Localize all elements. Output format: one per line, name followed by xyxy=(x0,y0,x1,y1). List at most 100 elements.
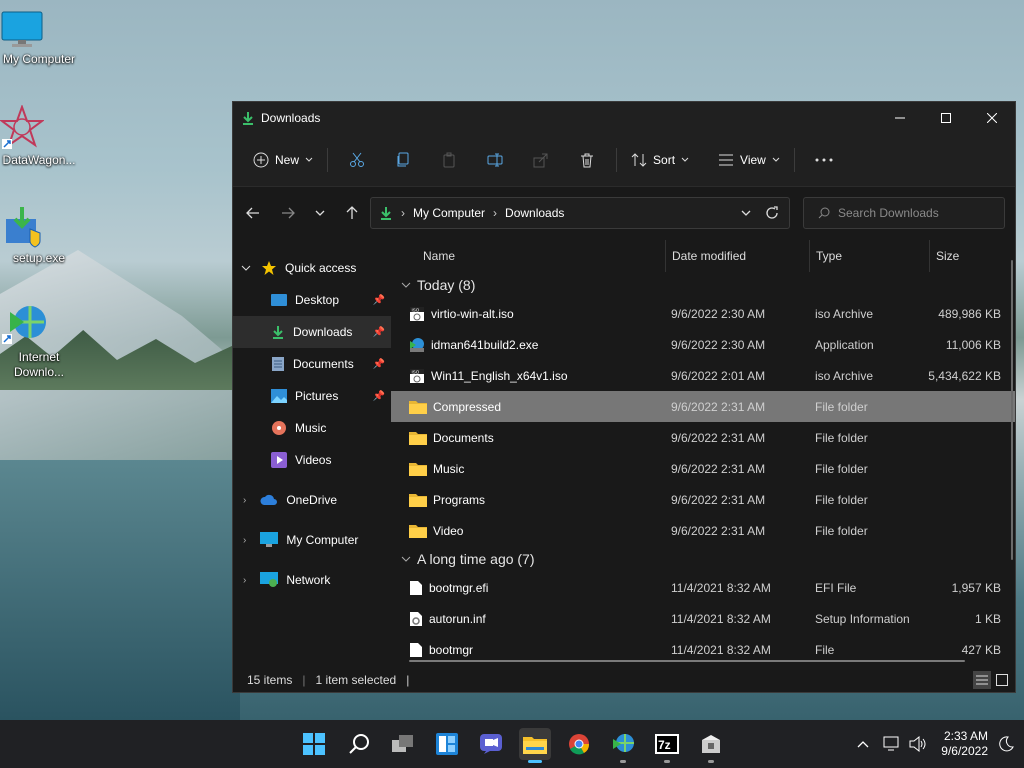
clock[interactable]: 2:33 AM 9/6/2022 xyxy=(941,729,988,759)
network-tray-icon[interactable] xyxy=(883,736,901,752)
file-row[interactable]: bootmgr.efi 11/4/2021 8:32 AM EFI File 1,95… xyxy=(391,572,1015,603)
view-label: View xyxy=(740,153,766,167)
rename-button[interactable] xyxy=(479,144,511,176)
address-dropdown-button[interactable] xyxy=(741,209,751,217)
forward-button[interactable] xyxy=(272,197,304,229)
sidebar-quick-access[interactable]: Quick access xyxy=(233,252,391,284)
chat-button[interactable] xyxy=(475,728,507,760)
horizontal-scrollbar[interactable] xyxy=(409,660,965,662)
close-button[interactable] xyxy=(969,102,1015,134)
desktop-icon-label: Internet Downlo... xyxy=(13,350,65,379)
file-name-cell: Music xyxy=(409,453,464,484)
show-hidden-icons-button[interactable] xyxy=(857,740,869,748)
search-icon xyxy=(818,207,830,219)
address-bar[interactable]: › My Computer › Downloads xyxy=(370,197,790,229)
file-row[interactable]: Video 9/6/2022 2:31 AM File folder xyxy=(391,515,1015,546)
desktop-icon-datawagon[interactable]: DataWagon... xyxy=(0,105,78,167)
file-row[interactable]: Programs 9/6/2022 2:31 AM File folder xyxy=(391,484,1015,515)
file-explorer-icon xyxy=(523,737,547,754)
datawagon-icon xyxy=(0,105,78,151)
folder-icon xyxy=(409,431,427,445)
refresh-button[interactable] xyxy=(765,206,779,220)
paste-button[interactable] xyxy=(433,144,465,176)
tiles-view-button[interactable] xyxy=(993,671,1011,689)
chevron-down-icon xyxy=(772,157,780,162)
new-button[interactable]: New xyxy=(245,144,321,176)
volume-tray-icon[interactable] xyxy=(909,736,927,752)
sidebar-item-desktop[interactable]: Desktop 📌 xyxy=(233,284,391,316)
desktop-icon-my-computer[interactable]: My Computer xyxy=(0,10,78,66)
sidebar-item-downloads[interactable]: Downloads 📌 xyxy=(233,316,391,348)
desktop-icon-setup[interactable]: setup.exe xyxy=(0,205,78,265)
status-bar: 15 items | 1 item selected | xyxy=(233,668,1015,692)
sidebar-item-videos[interactable]: Videos xyxy=(233,444,391,476)
maximize-button[interactable] xyxy=(923,102,969,134)
column-header-date[interactable]: Date modified xyxy=(665,240,809,272)
share-button[interactable] xyxy=(525,144,557,176)
desktop-icon-internet-download-manager[interactable]: Internet Downlo... xyxy=(0,302,78,380)
file-type: File folder xyxy=(815,430,868,445)
sidebar-item-pictures[interactable]: Pictures 📌 xyxy=(233,380,391,412)
ellipsis-icon xyxy=(815,158,833,162)
sidebar-item-music[interactable]: Music xyxy=(233,412,391,444)
sidebar-my-computer[interactable]: › My Computer xyxy=(233,524,391,556)
view-button[interactable]: View xyxy=(710,144,788,176)
delete-button[interactable] xyxy=(571,144,603,176)
sidebar-item-documents[interactable]: Documents 📌 xyxy=(233,348,391,380)
cut-button[interactable] xyxy=(341,144,373,176)
search-box[interactable]: Search Downloads xyxy=(803,197,1005,229)
back-button[interactable] xyxy=(237,197,269,229)
column-header-size[interactable]: Size xyxy=(929,240,1009,272)
file-row[interactable]: Documents 9/6/2022 2:31 AM File folder xyxy=(391,422,1015,453)
file-type: File folder xyxy=(815,492,868,507)
file-type: Application xyxy=(815,337,874,352)
chevron-right-icon: › xyxy=(243,574,247,586)
svg-text:7z: 7z xyxy=(658,738,671,752)
notifications-button[interactable] xyxy=(998,736,1014,752)
start-button[interactable] xyxy=(298,728,330,760)
file-date: 9/6/2022 2:31 AM xyxy=(671,399,766,414)
up-button[interactable] xyxy=(336,197,368,229)
breadcrumb-downloads[interactable]: Downloads xyxy=(505,206,564,220)
sidebar-network[interactable]: › Network xyxy=(233,564,391,596)
7zip-taskbar-button[interactable]: 7z xyxy=(651,728,683,763)
chrome-button[interactable] xyxy=(563,728,595,760)
settings-file-icon xyxy=(409,611,423,627)
file-row[interactable]: ISO Win11_English_x64v1.iso 9/6/2022 2:01 … xyxy=(391,360,1015,391)
group-header[interactable]: Today (8) xyxy=(391,272,1015,298)
column-header-name[interactable]: Name xyxy=(417,240,665,272)
search-taskbar-button[interactable] xyxy=(343,728,375,760)
chevron-down-icon xyxy=(401,281,411,289)
details-view-button[interactable] xyxy=(973,671,991,689)
widgets-button[interactable] xyxy=(431,728,463,760)
file-date: 9/6/2022 2:31 AM xyxy=(671,430,766,445)
file-row[interactable]: Compressed 9/6/2022 2:31 AM File folder xyxy=(391,391,1015,422)
file-row[interactable]: idman641build2.exe 9/6/2022 2:30 AM Applic… xyxy=(391,329,1015,360)
title-bar[interactable]: Downloads xyxy=(233,102,1015,134)
file-name-cell: ISO virtio-win-alt.iso xyxy=(409,298,514,329)
command-bar: New Sort View xyxy=(233,134,1015,187)
task-view-button[interactable] xyxy=(387,728,419,760)
vertical-scrollbar[interactable] xyxy=(1011,260,1013,560)
file-row[interactable]: Music 9/6/2022 2:31 AM File folder xyxy=(391,453,1015,484)
file-name: Documents xyxy=(433,430,494,445)
file-date: 9/6/2022 2:31 AM xyxy=(671,492,766,507)
file-row[interactable]: autorun.inf 11/4/2021 8:32 AM Setup Inform… xyxy=(391,603,1015,634)
chevron-down-icon xyxy=(305,157,313,162)
sidebar-onedrive[interactable]: › OneDrive xyxy=(233,484,391,516)
file-explorer-taskbar-button[interactable] xyxy=(519,728,551,763)
idm-taskbar-button[interactable] xyxy=(607,728,639,763)
download-arrow-icon xyxy=(241,111,255,125)
more-options-button[interactable] xyxy=(808,144,840,176)
file-row[interactable]: ISO virtio-win-alt.iso 9/6/2022 2:30 AM iso… xyxy=(391,298,1015,329)
refresh-icon xyxy=(766,206,778,219)
breadcrumb-my-computer[interactable]: My Computer xyxy=(413,206,485,220)
column-header-type[interactable]: Type xyxy=(809,240,929,272)
group-header[interactable]: A long time ago (7) xyxy=(391,546,1015,572)
sort-button[interactable]: Sort xyxy=(623,144,697,176)
recent-locations-button[interactable] xyxy=(307,197,333,229)
minimize-button[interactable] xyxy=(877,102,923,134)
sidebar-item-label: Videos xyxy=(295,453,332,467)
installer-taskbar-button[interactable] xyxy=(695,728,727,763)
copy-button[interactable] xyxy=(387,144,419,176)
